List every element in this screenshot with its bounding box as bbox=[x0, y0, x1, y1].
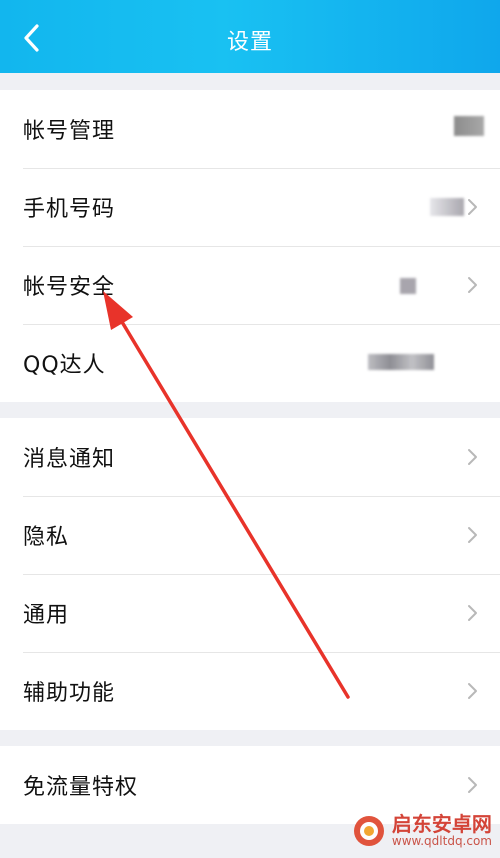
settings-item-label: 帐号管理 bbox=[23, 119, 116, 144]
blurred-value bbox=[368, 354, 434, 370]
settings-item-label: 免流量特权 bbox=[23, 775, 139, 800]
general-group: 消息通知 隐私 通用 辅助功能 bbox=[0, 418, 500, 730]
settings-item-label: 辅助功能 bbox=[23, 681, 116, 706]
settings-item-label: 通用 bbox=[23, 603, 70, 628]
settings-item-label: 隐私 bbox=[23, 525, 70, 550]
settings-item-phone-number[interactable]: 手机号码 bbox=[0, 168, 500, 246]
settings-item-accessibility[interactable]: 辅助功能 bbox=[0, 652, 500, 730]
watermark-url: www.qdltdq.com bbox=[391, 834, 492, 849]
settings-item-label: QQ达人 bbox=[23, 353, 106, 378]
settings-item-notifications[interactable]: 消息通知 bbox=[0, 418, 500, 496]
blurred-avatar bbox=[454, 116, 484, 136]
page-title: 设置 bbox=[226, 30, 273, 55]
settings-item-privacy[interactable]: 隐私 bbox=[0, 496, 500, 574]
settings-item-label: 手机号码 bbox=[23, 197, 116, 222]
title-bar: 设置 bbox=[0, 0, 500, 73]
settings-item-qq-talent[interactable]: QQ达人 bbox=[0, 324, 500, 402]
account-group: 帐号管理 手机号码 帐号安全 QQ达人 bbox=[0, 90, 500, 402]
settings-item-general[interactable]: 通用 bbox=[0, 574, 500, 652]
settings-item-account-management[interactable]: 帐号管理 bbox=[0, 90, 500, 168]
chevron-right-icon bbox=[468, 449, 477, 465]
site-watermark: 启东安卓网 www.qdltdq.com bbox=[352, 814, 492, 848]
chevron-right-icon bbox=[468, 683, 477, 699]
settings-item-label: 帐号安全 bbox=[23, 275, 116, 300]
watermark-title: 启东安卓网 bbox=[391, 812, 492, 837]
blurred-value bbox=[430, 198, 464, 216]
watermark-text: 启东安卓网 www.qdltdq.com bbox=[392, 814, 492, 848]
settings-item-account-security[interactable]: 帐号安全 bbox=[0, 246, 500, 324]
chevron-right-icon bbox=[468, 277, 477, 293]
watermark-logo-icon bbox=[353, 816, 384, 846]
chevron-right-icon bbox=[468, 199, 477, 215]
chevron-right-icon bbox=[468, 527, 477, 543]
chevron-right-icon bbox=[468, 777, 477, 793]
chevron-right-icon bbox=[468, 605, 477, 621]
settings-item-label: 消息通知 bbox=[23, 447, 116, 472]
blurred-value bbox=[400, 278, 416, 294]
